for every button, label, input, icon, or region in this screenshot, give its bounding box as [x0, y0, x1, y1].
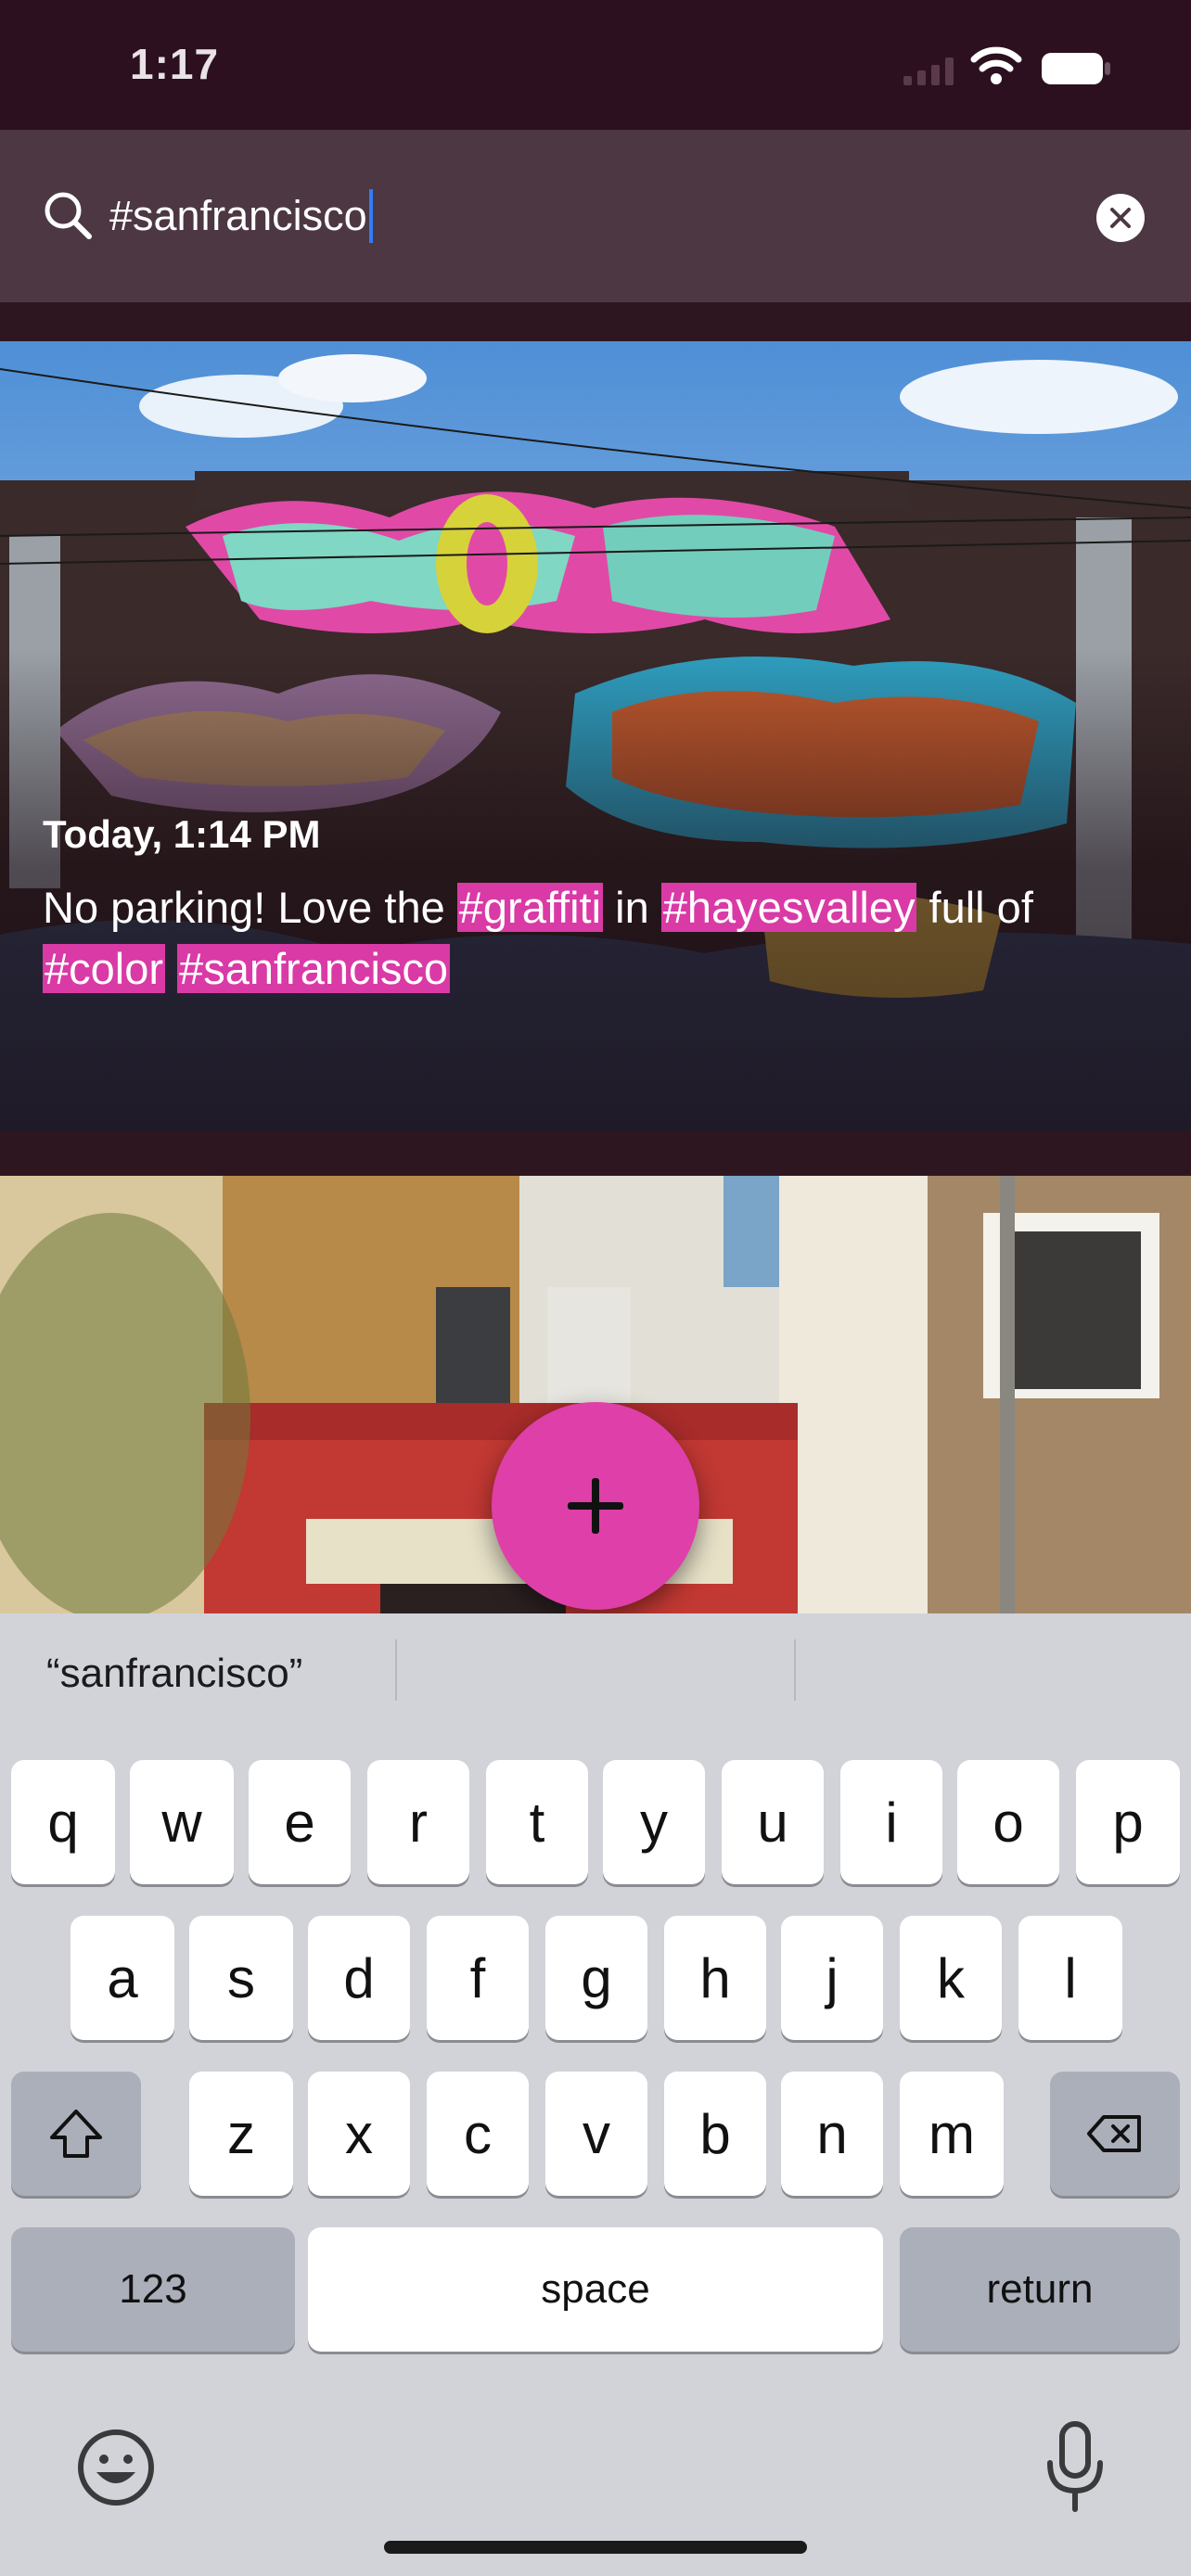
- key-k[interactable]: k: [900, 1916, 1002, 2040]
- clear-icon: [1110, 208, 1131, 228]
- text-cursor: [368, 189, 373, 243]
- add-post-button[interactable]: [492, 1402, 699, 1610]
- key-a[interactable]: a: [70, 1916, 174, 2040]
- return-key[interactable]: return: [900, 2227, 1180, 2352]
- key-s[interactable]: s: [189, 1916, 293, 2040]
- key-i[interactable]: i: [840, 1760, 942, 1884]
- key-t[interactable]: t: [486, 1760, 588, 1884]
- key-p[interactable]: p: [1076, 1760, 1180, 1884]
- emoji-icon[interactable]: [74, 2426, 158, 2509]
- hashtag-sanfrancisco[interactable]: #sanfrancisco: [177, 944, 451, 993]
- key-f[interactable]: f: [427, 1916, 529, 2040]
- status-bar: 1:17: [0, 0, 1191, 130]
- post-caption: No parking! Love the #graffiti in #hayes…: [43, 877, 1156, 1000]
- plus-icon: [568, 1478, 623, 1534]
- key-r[interactable]: r: [367, 1760, 469, 1884]
- keyboard: “sanfrancisco” q w e r t y u i o p a s d…: [0, 1613, 1191, 2576]
- home-indicator[interactable]: [384, 2541, 807, 2554]
- key-u[interactable]: u: [722, 1760, 824, 1884]
- key-w[interactable]: w: [130, 1760, 234, 1884]
- key-j[interactable]: j: [781, 1916, 883, 2040]
- search-bar[interactable]: #sanfrancisco: [0, 130, 1191, 302]
- hashtag-color[interactable]: #color: [43, 944, 166, 993]
- status-time: 1:17: [130, 40, 220, 88]
- caption-text: full of: [916, 883, 1033, 932]
- key-n[interactable]: n: [781, 2072, 883, 2196]
- key-l[interactable]: l: [1018, 1916, 1122, 2040]
- numbers-key[interactable]: 123: [11, 2227, 295, 2352]
- suggestion-1[interactable]: “sanfrancisco”: [46, 1651, 302, 1697]
- suggestion-divider: [794, 1639, 796, 1701]
- screen: 1:17 #sanfrancisco Today, 1:14 PM No par…: [0, 0, 1191, 2576]
- key-b[interactable]: b: [664, 2072, 766, 2196]
- key-x[interactable]: x: [308, 2072, 410, 2196]
- clear-search-button[interactable]: [1096, 194, 1145, 242]
- cellular-signal-icon: [903, 57, 954, 85]
- key-y[interactable]: y: [603, 1760, 705, 1884]
- post-card[interactable]: Today, 1:14 PM No parking! Love the #gra…: [0, 341, 1191, 1131]
- suggestion-divider: [395, 1639, 397, 1701]
- space-key[interactable]: space: [308, 2227, 883, 2352]
- hashtag-hayesvalley[interactable]: #hayesvalley: [660, 883, 917, 932]
- key-o[interactable]: o: [957, 1760, 1059, 1884]
- key-m[interactable]: m: [900, 2072, 1004, 2196]
- backspace-icon: [1087, 2115, 1141, 2152]
- key-g[interactable]: g: [545, 1916, 647, 2040]
- key-v[interactable]: v: [545, 2072, 647, 2196]
- search-query: #sanfrancisco: [109, 192, 367, 239]
- key-c[interactable]: c: [427, 2072, 529, 2196]
- key-e[interactable]: e: [249, 1760, 351, 1884]
- wifi-icon: [970, 46, 1022, 84]
- caption-text: No parking! Love the: [43, 883, 457, 932]
- shift-key[interactable]: [11, 2072, 141, 2196]
- shift-icon: [50, 2110, 102, 2158]
- key-q[interactable]: q: [11, 1760, 115, 1884]
- post-timestamp: Today, 1:14 PM: [43, 812, 321, 856]
- hashtag-graffiti[interactable]: #graffiti: [456, 883, 604, 932]
- search-icon: [45, 192, 92, 239]
- microphone-icon[interactable]: [1044, 2420, 1106, 2513]
- caption-text: in: [603, 883, 661, 932]
- key-h[interactable]: h: [664, 1916, 766, 2040]
- search-input[interactable]: #sanfrancisco: [109, 189, 373, 243]
- key-d[interactable]: d: [308, 1916, 410, 2040]
- caption-text: [165, 944, 177, 993]
- delete-key[interactable]: [1050, 2072, 1180, 2196]
- battery-icon: [1042, 53, 1110, 84]
- key-z[interactable]: z: [189, 2072, 293, 2196]
